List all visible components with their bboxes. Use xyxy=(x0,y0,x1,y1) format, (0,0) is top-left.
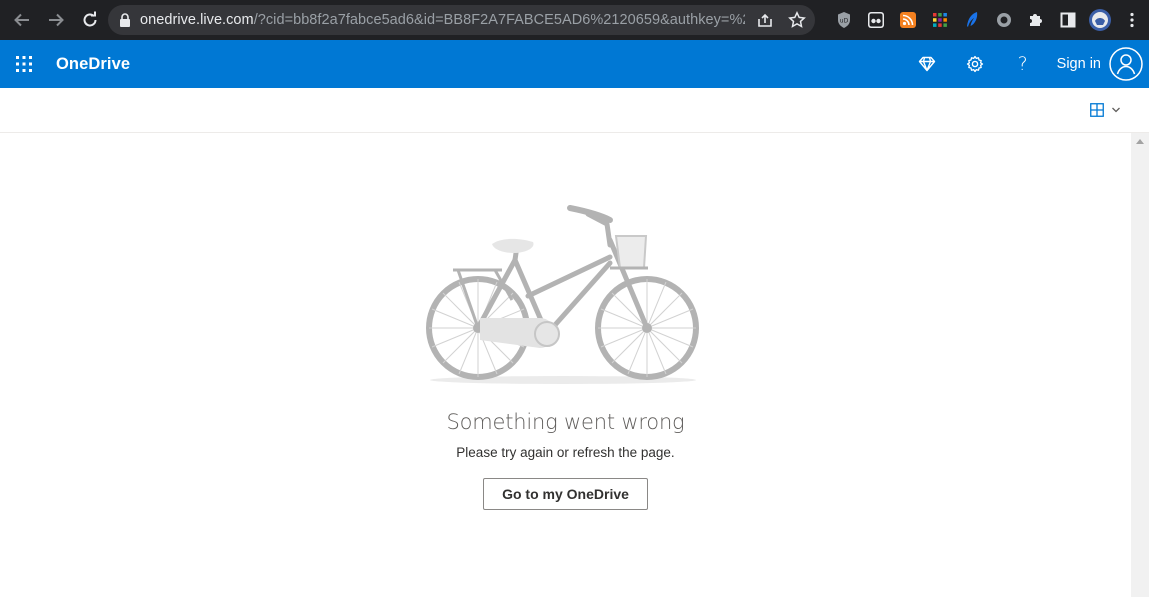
crank xyxy=(534,321,560,347)
bicycle-illustration xyxy=(426,205,699,384)
account-avatar-button[interactable] xyxy=(1109,40,1149,88)
user-icon xyxy=(1109,47,1143,81)
browser-toolbar: onedrive.live.com/?cid=bb8f2a7fabce5ad6&… xyxy=(0,0,1149,40)
reload-icon xyxy=(83,11,97,27)
sign-in-link[interactable]: Sign in xyxy=(1057,56,1101,72)
arrow-left-icon xyxy=(14,13,29,27)
waffle-icon xyxy=(16,56,32,72)
brand-title[interactable]: OneDrive xyxy=(56,55,130,74)
profile-avatar-icon[interactable] xyxy=(1084,0,1116,40)
onedrive-header: OneDrive ? Sign in xyxy=(0,40,1149,88)
ublock-icon[interactable]: uD xyxy=(828,0,860,40)
view-switcher-button[interactable] xyxy=(1090,98,1121,122)
chrome-menu-icon[interactable] xyxy=(1116,0,1148,40)
puzzle-icon[interactable] xyxy=(1020,0,1052,40)
reload-button[interactable] xyxy=(74,4,106,36)
help-button[interactable]: ? xyxy=(999,40,1047,88)
extensions-area: uD xyxy=(828,0,1148,40)
lock-icon xyxy=(119,13,131,27)
chevron-down-icon xyxy=(1112,107,1120,113)
gear-icon xyxy=(966,55,983,73)
grip xyxy=(567,205,613,223)
share-icon[interactable] xyxy=(753,11,777,29)
app-launcher-button[interactable] xyxy=(0,40,48,88)
diamond-icon xyxy=(918,56,935,72)
scroll-up-arrow-icon[interactable] xyxy=(1136,139,1144,144)
star-icon[interactable] xyxy=(785,11,809,29)
command-bar xyxy=(0,88,1149,133)
arrow-right-icon xyxy=(49,13,64,27)
saddle xyxy=(492,238,534,253)
back-button[interactable] xyxy=(6,4,38,36)
page-scrollbar[interactable] xyxy=(1131,133,1149,597)
settings-button[interactable] xyxy=(951,40,999,88)
address-bar[interactable]: onedrive.live.com/?cid=bb8f2a7fabce5ad6&… xyxy=(108,5,815,35)
go-to-onedrive-button[interactable]: Go to my OneDrive xyxy=(483,478,648,510)
side-panel-icon[interactable] xyxy=(1052,0,1084,40)
feather-icon[interactable] xyxy=(956,0,988,40)
circle-extension-icon[interactable] xyxy=(988,0,1020,40)
forward-button[interactable] xyxy=(40,4,72,36)
error-title: Something went wrong xyxy=(446,410,685,434)
rss-icon[interactable] xyxy=(892,0,924,40)
error-subtitle: Please try again or refresh the page. xyxy=(456,445,675,460)
premium-button[interactable] xyxy=(903,40,951,88)
color-grid-icon[interactable] xyxy=(924,0,956,40)
svg-text:uD: uD xyxy=(840,18,849,25)
eyes-extension-icon[interactable] xyxy=(860,0,892,40)
question-icon: ? xyxy=(1017,53,1028,75)
url-text: onedrive.live.com/?cid=bb8f2a7fabce5ad6&… xyxy=(140,12,745,28)
tiles-view-icon xyxy=(1090,103,1104,117)
